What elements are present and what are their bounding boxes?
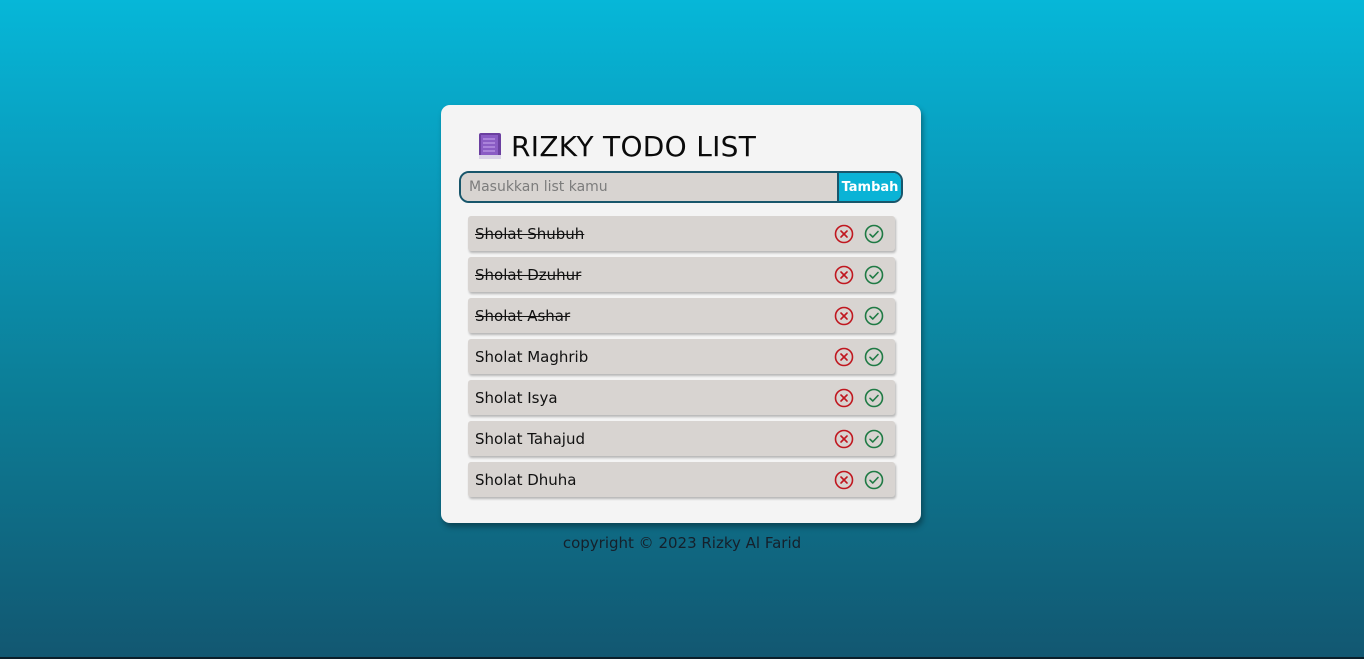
page-title: RIZKY TODO LIST: [478, 129, 756, 163]
app-title: RIZKY TODO LIST: [511, 129, 757, 163]
circle-check-icon[interactable]: [863, 346, 885, 368]
circle-check-icon[interactable]: [863, 305, 885, 327]
circle-check-icon[interactable]: [863, 469, 885, 491]
todo-item-text: Sholat Dhuha: [475, 470, 577, 489]
circle-x-icon[interactable]: [833, 387, 855, 409]
circle-check-icon[interactable]: [863, 428, 885, 450]
circle-x-icon[interactable]: [833, 346, 855, 368]
todo-item-text: Sholat Isya: [475, 388, 558, 407]
circle-x-icon[interactable]: [833, 469, 855, 491]
book-icon: [478, 132, 502, 160]
add-todo-form: Tambah: [459, 171, 903, 203]
todo-list: Sholat Shubuh Sholat Dzuhur Sholat Ashar Sh…: [468, 216, 895, 503]
todo-item-text: Sholat Tahajud: [475, 429, 585, 448]
todo-item: Sholat Dzuhur: [468, 257, 895, 292]
todo-input[interactable]: [461, 173, 837, 201]
todo-item: Sholat Maghrib: [468, 339, 895, 374]
footer-copyright: copyright © 2023 Rizky Al Farid: [562, 534, 802, 552]
circle-x-icon[interactable]: [833, 223, 855, 245]
add-button[interactable]: Tambah: [837, 173, 901, 201]
todo-item: Sholat Ashar: [468, 298, 895, 333]
circle-check-icon[interactable]: [863, 223, 885, 245]
todo-item: Sholat Tahajud: [468, 421, 895, 456]
todo-card: RIZKY TODO LIST Tambah Sholat ShubuhShol…: [441, 105, 921, 523]
circle-x-icon[interactable]: [833, 264, 855, 286]
todo-item-text: Sholat Dzuhur: [475, 265, 582, 284]
todo-item-text: Sholat Shubuh: [475, 224, 585, 243]
todo-item: Sholat Dhuha: [468, 462, 895, 497]
todo-item: Sholat Isya: [468, 380, 895, 415]
circle-x-icon[interactable]: [833, 305, 855, 327]
todo-item-text: Sholat Ashar: [475, 306, 571, 325]
todo-item: Sholat Shubuh: [468, 216, 895, 251]
circle-x-icon[interactable]: [833, 428, 855, 450]
circle-check-icon[interactable]: [863, 387, 885, 409]
circle-check-icon[interactable]: [863, 264, 885, 286]
todo-item-text: Sholat Maghrib: [475, 347, 589, 366]
